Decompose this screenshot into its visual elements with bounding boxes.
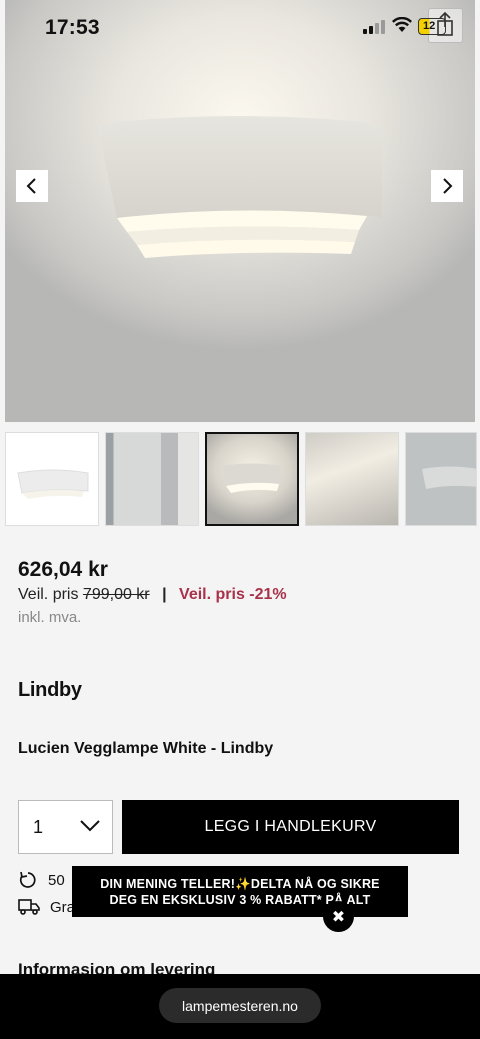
vat-note: inkl. mva.: [18, 609, 82, 626]
truck-icon: [18, 899, 40, 915]
rrp-value: 799,00 kr: [82, 586, 150, 603]
return-policy-row[interactable]: 50: [18, 870, 65, 890]
product-title: Lucien Vegglampe White - Lindby: [18, 740, 274, 757]
rrp-label: Veil. pris: [18, 586, 79, 603]
chevron-right-icon: [443, 178, 453, 194]
thumbnail-2[interactable]: [105, 432, 199, 526]
chevron-down-icon: [80, 820, 100, 832]
promo-banner[interactable]: DIN MENING TELLER!✨DELTA NÅ OG SIKRE DEG…: [72, 866, 408, 917]
promo-line-1: DIN MENING TELLER!✨DELTA NÅ OG SIKRE: [100, 877, 380, 891]
status-time: 17:53: [45, 16, 100, 39]
product-price: 626,04 kr: [18, 558, 108, 581]
battery-icon: 12: [418, 18, 446, 35]
gallery-prev-button[interactable]: [16, 170, 48, 202]
quantity-select[interactable]: 1: [18, 800, 113, 854]
chevron-left-icon: [26, 178, 36, 194]
wifi-icon: [392, 17, 412, 32]
thumbnail-5[interactable]: [405, 432, 477, 526]
recommended-price-line: Veil. pris 799,00 kr | Veil. pris -21%: [18, 586, 287, 604]
promo-line-2: DEG EN EKSKLUSIV 3 % RABATT* PÅ ALT: [109, 893, 371, 907]
thumbnail-1[interactable]: [5, 432, 99, 526]
quantity-value: 1: [33, 816, 44, 837]
gallery-next-button[interactable]: [431, 170, 463, 202]
add-to-cart-button[interactable]: LEGG I HANDLEKURV: [122, 800, 459, 854]
brand-logo[interactable]: Lindby: [18, 679, 82, 702]
cellular-signal-icon: [363, 20, 385, 34]
thumbnail-lamp-image: [422, 466, 476, 489]
return-arrow-icon: [19, 871, 36, 888]
close-icon: ✖: [331, 908, 346, 926]
thumbnail-3[interactable]: [205, 432, 299, 526]
thumbnail-strip: [5, 432, 477, 526]
thumbnail-lamp-image: [17, 469, 89, 499]
shipping-row[interactable]: Gra: [18, 898, 75, 916]
product-main-image[interactable]: [5, 0, 475, 422]
price-separator: |: [162, 586, 167, 603]
promo-close-button[interactable]: ✖: [323, 901, 354, 932]
lamp-illustration: [97, 116, 382, 258]
browser-address-bar[interactable]: lampemesteren.no: [159, 988, 321, 1023]
thumbnail-lamp-image: [222, 463, 282, 493]
return-policy-text: 50: [48, 871, 65, 889]
status-bar: 17:53 12: [0, 0, 480, 54]
thumbnail-4[interactable]: [305, 432, 399, 526]
discount-label: Veil. pris -21%: [179, 586, 287, 603]
